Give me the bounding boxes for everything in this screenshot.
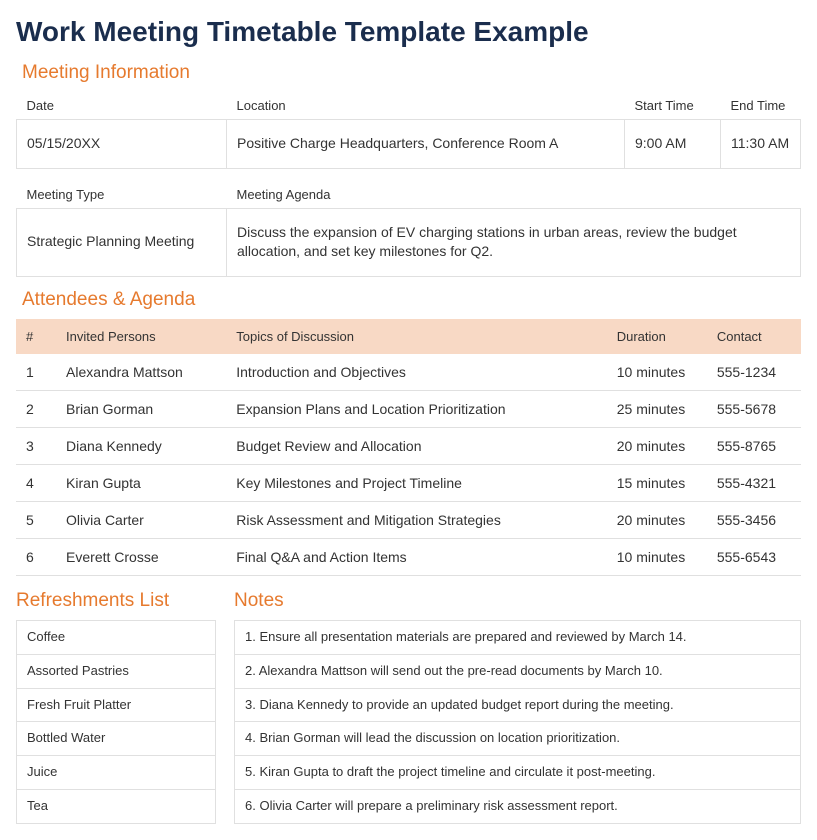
cell-contact: 555-5678: [707, 390, 801, 427]
note-value: 1. Ensure all presentation materials are…: [235, 620, 801, 654]
table-row: 6Everett CrosseFinal Q&A and Action Item…: [16, 538, 801, 575]
refreshment-value: Assorted Pastries: [17, 654, 216, 688]
header-duration: Duration: [607, 319, 707, 354]
table-row: 3Diana KennedyBudget Review and Allocati…: [16, 427, 801, 464]
list-item: Assorted Pastries: [17, 654, 216, 688]
table-row: 1Alexandra MattsonIntroduction and Objec…: [16, 354, 801, 391]
list-item: 4. Brian Gorman will lead the discussion…: [235, 722, 801, 756]
cell-num: 1: [16, 354, 56, 391]
page-title: Work Meeting Timetable Template Example: [16, 16, 801, 48]
note-value: 5. Kiran Gupta to draft the project time…: [235, 756, 801, 790]
value-meeting-agenda: Discuss the expansion of EV charging sta…: [227, 208, 801, 276]
table-row: 5Olivia CarterRisk Assessment and Mitiga…: [16, 501, 801, 538]
value-start-time: 9:00 AM: [625, 120, 721, 169]
cell-contact: 555-3456: [707, 501, 801, 538]
cell-person: Alexandra Mattson: [56, 354, 226, 391]
cell-topic: Final Q&A and Action Items: [226, 538, 606, 575]
value-location: Positive Charge Headquarters, Conference…: [227, 120, 625, 169]
header-end-time: End Time: [721, 92, 801, 120]
header-meeting-type: Meeting Type: [17, 181, 227, 209]
refreshments-table: CoffeeAssorted PastriesFresh Fruit Platt…: [16, 620, 216, 824]
cell-topic: Risk Assessment and Mitigation Strategie…: [226, 501, 606, 538]
header-date: Date: [17, 92, 227, 120]
cell-person: Brian Gorman: [56, 390, 226, 427]
notes-table: 1. Ensure all presentation materials are…: [234, 620, 801, 824]
refreshment-value: Tea: [17, 790, 216, 824]
note-value: 3. Diana Kennedy to provide an updated b…: [235, 688, 801, 722]
list-item: Juice: [17, 756, 216, 790]
cell-contact: 555-4321: [707, 464, 801, 501]
cell-topic: Introduction and Objectives: [226, 354, 606, 391]
cell-contact: 555-8765: [707, 427, 801, 464]
meeting-info-table-2: Meeting Type Meeting Agenda Strategic Pl…: [16, 181, 801, 277]
list-item: Coffee: [17, 620, 216, 654]
refreshment-value: Juice: [17, 756, 216, 790]
list-item: 6. Olivia Carter will prepare a prelimin…: [235, 790, 801, 824]
cell-num: 3: [16, 427, 56, 464]
list-item: 3. Diana Kennedy to provide an updated b…: [235, 688, 801, 722]
list-item: Fresh Fruit Platter: [17, 688, 216, 722]
cell-duration: 15 minutes: [607, 464, 707, 501]
value-end-time: 11:30 AM: [721, 120, 801, 169]
cell-person: Olivia Carter: [56, 501, 226, 538]
value-meeting-type: Strategic Planning Meeting: [17, 208, 227, 276]
cell-topic: Key Milestones and Project Timeline: [226, 464, 606, 501]
cell-num: 4: [16, 464, 56, 501]
cell-contact: 555-1234: [707, 354, 801, 391]
refreshment-value: Bottled Water: [17, 722, 216, 756]
section-refreshments: Refreshments List: [16, 590, 216, 612]
header-location: Location: [227, 92, 625, 120]
cell-num: 6: [16, 538, 56, 575]
header-invited: Invited Persons: [56, 319, 226, 354]
note-value: 2. Alexandra Mattson will send out the p…: [235, 654, 801, 688]
value-date: 05/15/20XX: [17, 120, 227, 169]
cell-person: Everett Crosse: [56, 538, 226, 575]
section-notes: Notes: [234, 590, 801, 612]
list-item: Bottled Water: [17, 722, 216, 756]
section-attendees: Attendees & Agenda: [22, 289, 801, 311]
header-num: #: [16, 319, 56, 354]
meeting-info-table-1: Date Location Start Time End Time 05/15/…: [16, 92, 801, 169]
list-item: 1. Ensure all presentation materials are…: [235, 620, 801, 654]
header-start-time: Start Time: [625, 92, 721, 120]
list-item: Tea: [17, 790, 216, 824]
table-row: 2Brian GormanExpansion Plans and Locatio…: [16, 390, 801, 427]
list-item: 5. Kiran Gupta to draft the project time…: [235, 756, 801, 790]
cell-topic: Budget Review and Allocation: [226, 427, 606, 464]
header-topics: Topics of Discussion: [226, 319, 606, 354]
list-item: 2. Alexandra Mattson will send out the p…: [235, 654, 801, 688]
header-meeting-agenda: Meeting Agenda: [227, 181, 801, 209]
refreshment-value: Coffee: [17, 620, 216, 654]
section-meeting-info: Meeting Information: [22, 62, 801, 84]
cell-duration: 20 minutes: [607, 427, 707, 464]
agenda-table: # Invited Persons Topics of Discussion D…: [16, 319, 801, 576]
cell-num: 5: [16, 501, 56, 538]
cell-duration: 25 minutes: [607, 390, 707, 427]
note-value: 4. Brian Gorman will lead the discussion…: [235, 722, 801, 756]
cell-person: Diana Kennedy: [56, 427, 226, 464]
cell-duration: 10 minutes: [607, 538, 707, 575]
cell-contact: 555-6543: [707, 538, 801, 575]
cell-topic: Expansion Plans and Location Prioritizat…: [226, 390, 606, 427]
refreshment-value: Fresh Fruit Platter: [17, 688, 216, 722]
table-row: 4Kiran GuptaKey Milestones and Project T…: [16, 464, 801, 501]
cell-num: 2: [16, 390, 56, 427]
cell-person: Kiran Gupta: [56, 464, 226, 501]
cell-duration: 20 minutes: [607, 501, 707, 538]
note-value: 6. Olivia Carter will prepare a prelimin…: [235, 790, 801, 824]
header-contact: Contact: [707, 319, 801, 354]
cell-duration: 10 minutes: [607, 354, 707, 391]
